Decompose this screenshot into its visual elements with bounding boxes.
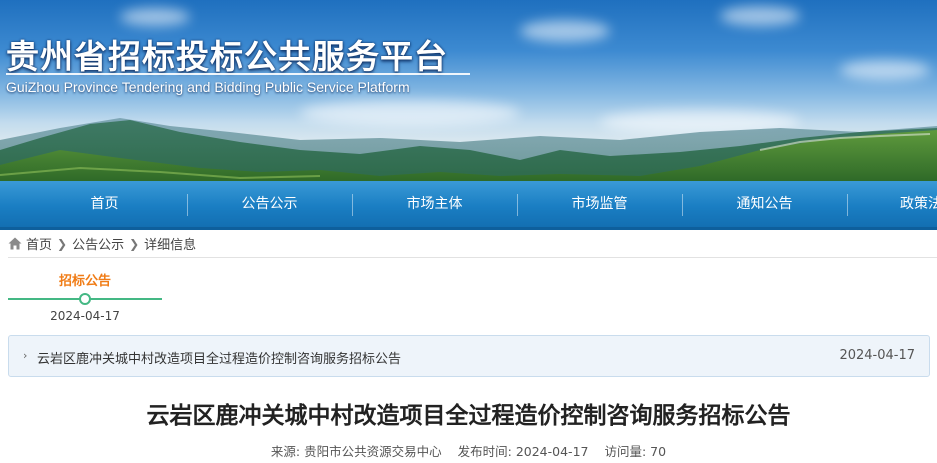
meta-source-label: 来源: [270, 444, 301, 459]
title-divider [6, 73, 470, 75]
main-nav: 首页 公告公示 市场主体 市场监管 通知公告 政策法 [0, 181, 937, 230]
timeline-stage-label[interactable]: 招标公告 [8, 270, 162, 289]
chevron-right-icon: ❯ [57, 236, 68, 251]
nav-item-market-entities[interactable]: 市场主体 [352, 181, 517, 227]
breadcrumb-home[interactable]: 首页 [26, 234, 52, 253]
meta-publish-time: 发布时间: 2024-04-17 [458, 444, 589, 459]
article-meta: 来源: 贵阳市公共资源交易中心 发布时间: 2024-04-17 访问量: 70 [0, 441, 937, 460]
timeline-node-icon[interactable] [79, 293, 91, 305]
meta-publish-value: 2024-04-17 [515, 444, 589, 459]
site-banner: 贵州省招标投标公共服务平台 GuiZhou Province Tendering… [0, 0, 937, 181]
list-item[interactable]: › 云岩区鹿冲关城中村改造项目全过程造价控制咨询服务招标公告 2024-04-1… [8, 335, 930, 377]
nav-item-policies[interactable]: 政策法 [847, 181, 937, 227]
notice-title-link[interactable]: 云岩区鹿冲关城中村改造项目全过程造价控制咨询服务招标公告 [37, 348, 401, 367]
breadcrumb: 首页 ❯ 公告公示 ❯ 详细信息 [8, 230, 937, 258]
chevron-right-icon: › [23, 349, 28, 362]
meta-publish-label: 发布时间: [457, 444, 512, 459]
meta-views-label: 访问量: [604, 444, 647, 459]
site-subtitle: GuiZhou Province Tendering and Bidding P… [6, 79, 410, 95]
nav-item-market-supervision[interactable]: 市场监管 [517, 181, 682, 227]
chevron-right-icon: ❯ [129, 236, 140, 251]
meta-source: 来源: 贵阳市公共资源交易中心 [271, 444, 442, 459]
article-title: 云岩区鹿冲关城中村改造项目全过程造价控制咨询服务招标公告 [146, 403, 791, 429]
breadcrumb-current: 详细信息 [144, 238, 197, 253]
meta-source-value: 贵阳市公共资源交易中心 [304, 444, 442, 459]
nav-item-home[interactable]: 首页 [22, 181, 187, 227]
site-title: 贵州省招标投标公共服务平台 [6, 37, 448, 76]
home-icon [8, 237, 22, 250]
breadcrumb-announcements[interactable]: 公告公示 [72, 234, 124, 253]
timeline-stage-date: 2024-04-17 [50, 309, 120, 323]
nav-item-notices[interactable]: 通知公告 [682, 181, 847, 227]
notice-date: 2024-04-17 [839, 348, 915, 363]
meta-views-value: 70 [650, 444, 667, 459]
meta-views: 访问量: 70 [604, 444, 666, 459]
nav-item-announcements[interactable]: 公告公示 [187, 181, 352, 227]
